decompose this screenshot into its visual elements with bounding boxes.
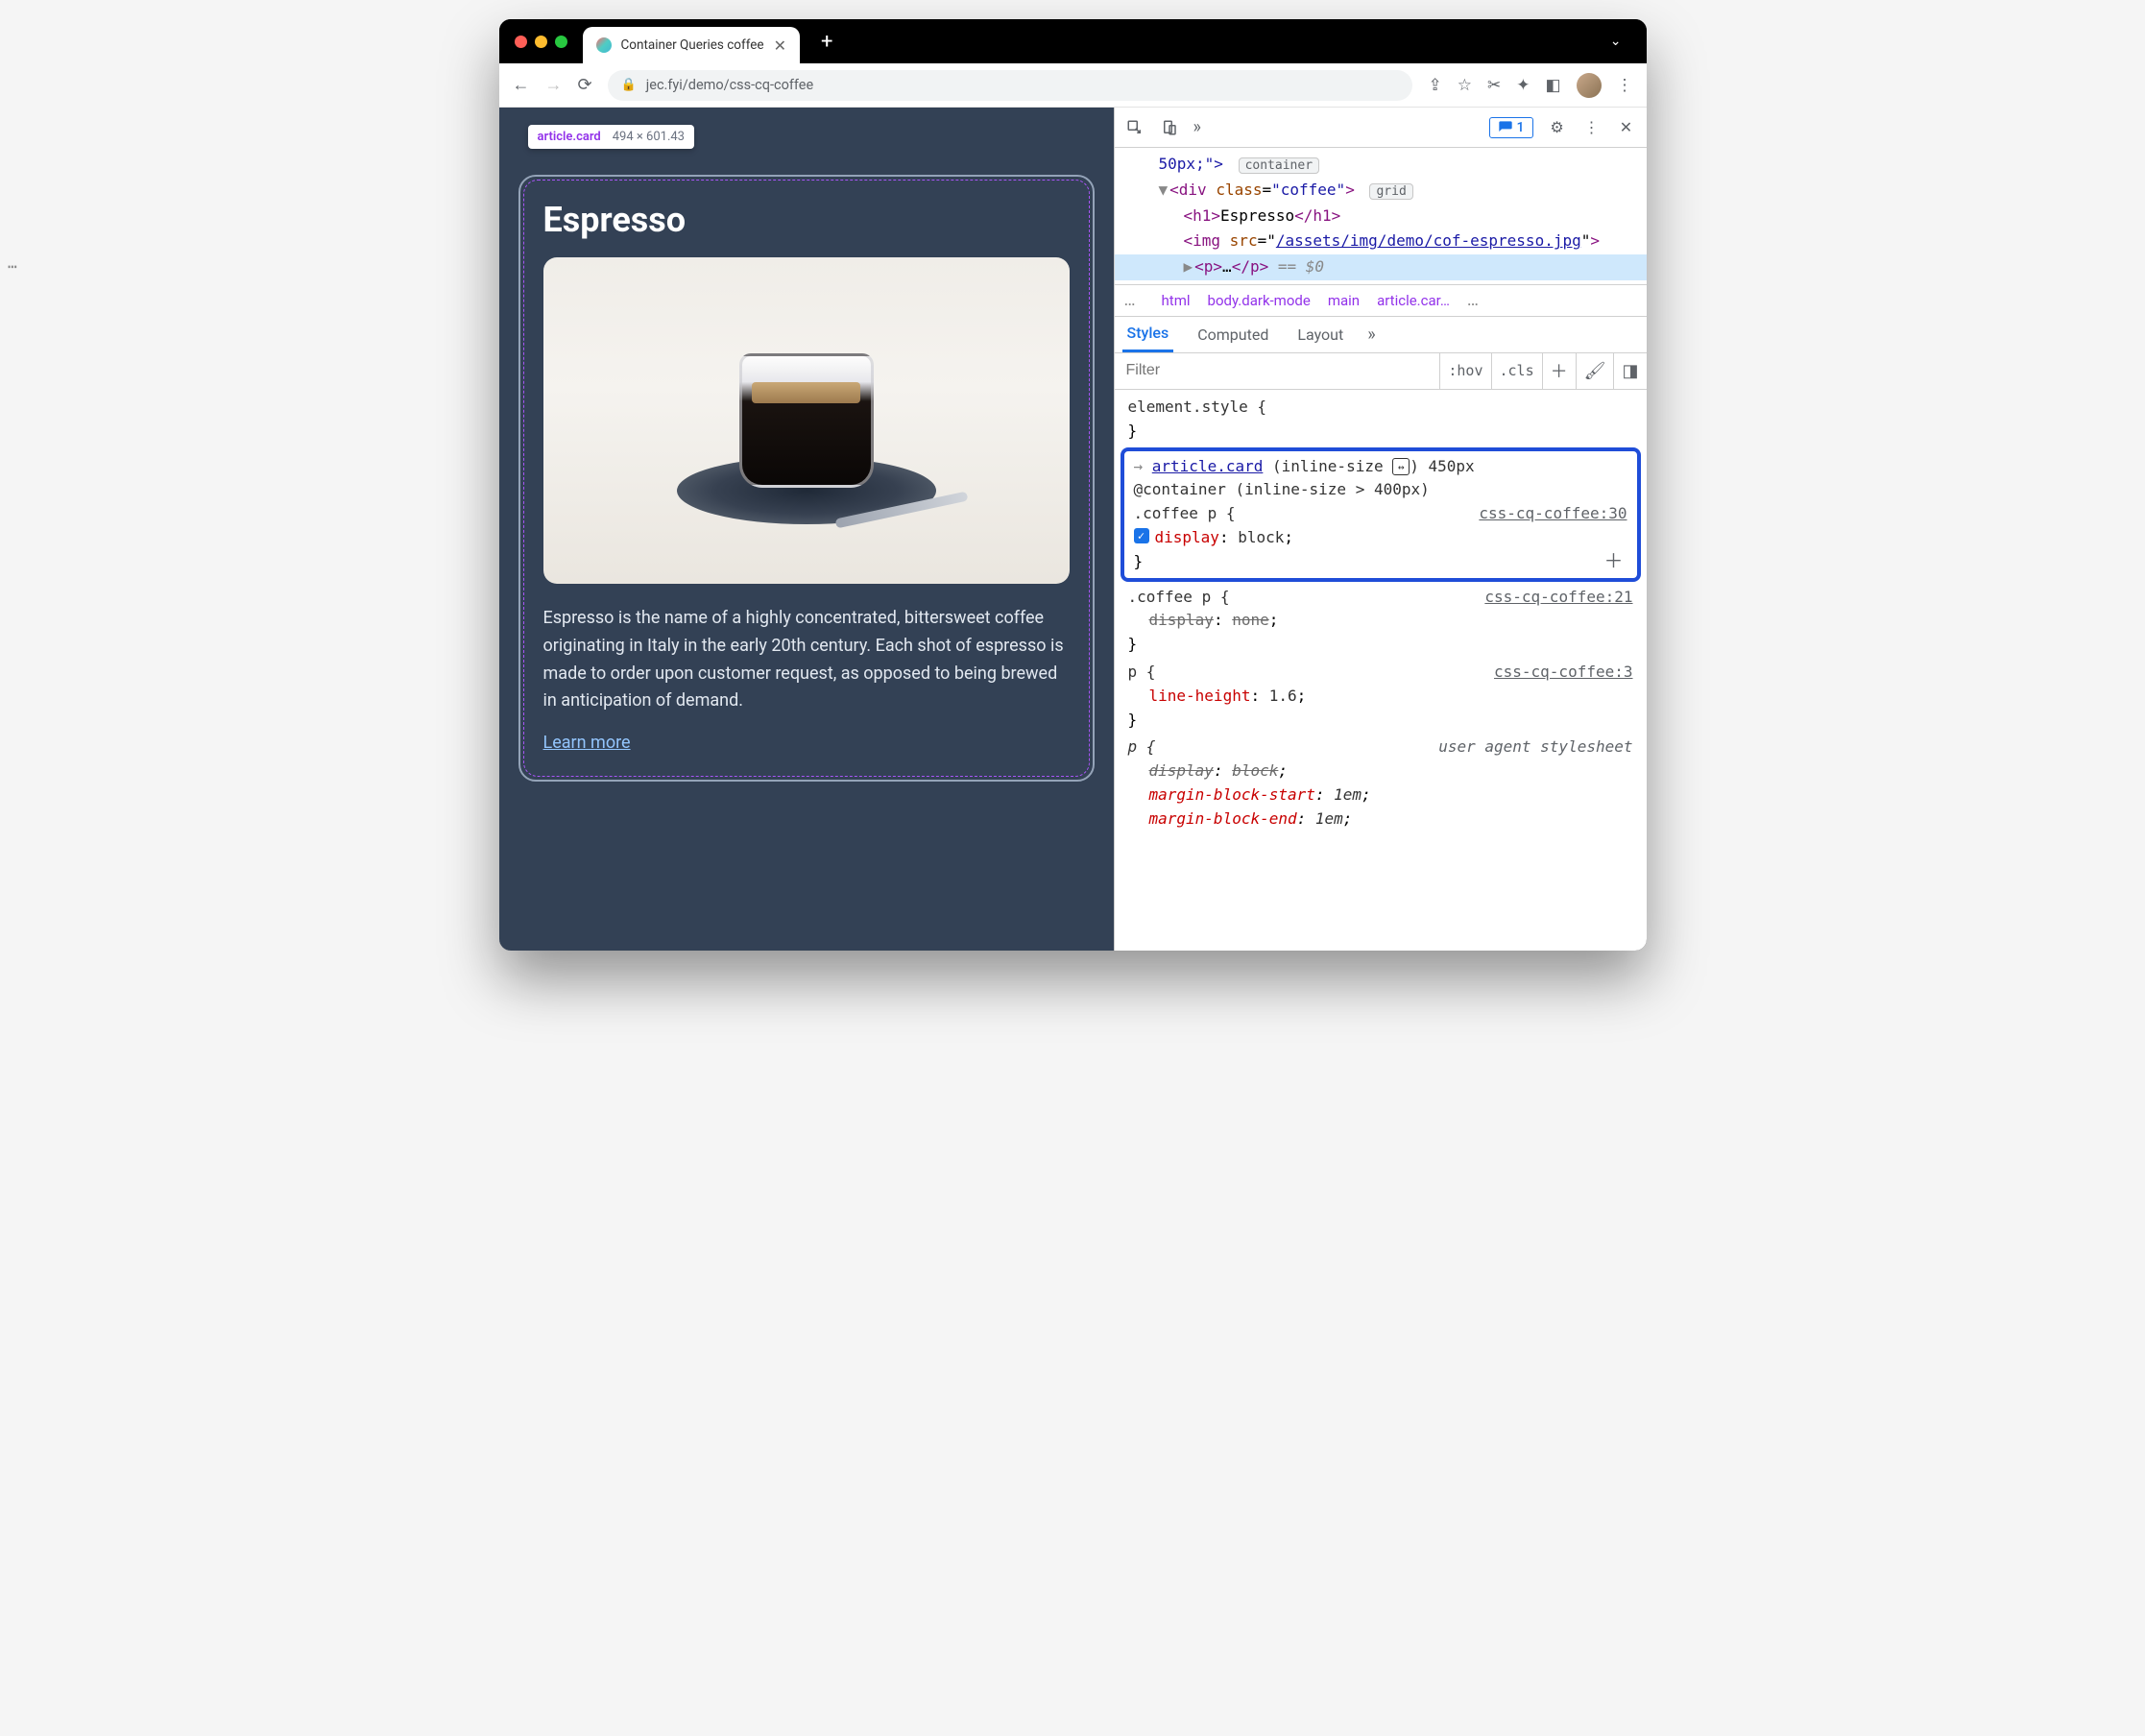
rule-element-style[interactable]: element.style {} [1115, 394, 1647, 446]
panel-overflow-icon[interactable]: » [1193, 117, 1201, 137]
learn-more-link[interactable]: Learn more [543, 733, 631, 753]
tooltip-selector: article.card [538, 130, 601, 144]
favicon-icon [596, 37, 612, 53]
reload-button[interactable]: ⟳ [578, 75, 592, 95]
grid-badge[interactable]: grid [1369, 183, 1412, 200]
css-property[interactable]: line-height: 1.6; [1128, 685, 1633, 709]
crumb-overflow-left[interactable]: … [1124, 290, 1137, 310]
cls-button[interactable]: .cls [1491, 353, 1542, 389]
card-title: Espresso [543, 200, 1070, 240]
devtools-panel: » 1 ⚙ ⋮ ✕ 50px;"> container ▼<div class=… [1114, 108, 1647, 951]
page-viewport: article.card 494 × 601.43 Espresso Espre… [499, 108, 1114, 951]
bookmark-icon[interactable]: ☆ [1458, 76, 1472, 95]
rule-block[interactable]: p {css-cq-coffee:3 line-height: 1.6; } [1115, 659, 1647, 734]
container-badge[interactable]: container [1239, 157, 1319, 174]
minimize-window-button[interactable] [535, 36, 547, 48]
filter-input[interactable] [1115, 362, 1440, 379]
avatar[interactable] [1577, 73, 1602, 98]
forward-button[interactable]: → [545, 75, 563, 95]
tooltip-dimensions: 494 × 601.43 [613, 130, 685, 144]
container-at-rule: @container (inline-size > 400px) [1134, 478, 1627, 502]
side-panel-icon[interactable]: ◧ [1545, 76, 1560, 95]
tab-styles[interactable]: Styles [1122, 317, 1174, 352]
hov-button[interactable]: :hov [1439, 353, 1490, 389]
browser-window: Container Queries coffee ✕ + ⌄ ← → ⟳ 🔒 j… [499, 19, 1647, 951]
card-body: Espresso is the name of a highly concent… [543, 605, 1070, 715]
css-property[interactable]: margin-block-end: 1em; [1128, 808, 1633, 832]
share-icon[interactable]: ⇪ [1428, 76, 1441, 95]
breadcrumb: … html body.dark-mode main article.car… … [1115, 284, 1647, 317]
toggle-sidebar-icon[interactable]: ◨ [1613, 353, 1646, 389]
omnibox[interactable]: 🔒 jec.fyi/demo/css-cq-coffee [608, 70, 1413, 101]
styles-filter-row: :hov .cls ＋ 🖌 ◨ [1115, 353, 1647, 390]
devtools-toolbar: » 1 ⚙ ⋮ ✕ [1115, 108, 1647, 148]
tabs-overflow-icon[interactable]: ⌄ [1601, 34, 1631, 49]
crumb-item[interactable]: body.dark-mode [1208, 292, 1311, 309]
lock-icon: 🔒 [621, 78, 637, 92]
issues-button[interactable]: 1 [1489, 117, 1533, 138]
property-checkbox[interactable]: ✓ [1134, 528, 1149, 543]
close-devtools-icon[interactable]: ✕ [1616, 117, 1637, 138]
element-line[interactable]: <img src="/assets/img/demo/cof-espresso.… [1115, 229, 1647, 254]
crumb-item[interactable]: html [1162, 292, 1191, 309]
browser-tab[interactable]: Container Queries coffee ✕ [583, 27, 800, 63]
css-property[interactable]: margin-block-start: 1em; [1128, 784, 1633, 808]
element-line[interactable]: <h1>Espresso</h1> [1115, 204, 1647, 229]
crumb-overflow-right[interactable]: … [1467, 290, 1480, 310]
rule-container-query[interactable]: → article.card (inline-size ↔) 450px @co… [1121, 447, 1641, 582]
css-property-overridden[interactable]: display: none; [1128, 609, 1633, 633]
new-tab-button[interactable]: + [807, 30, 846, 54]
css-property-overridden[interactable]: display: block; [1128, 760, 1633, 784]
chrome-menu-icon[interactable]: ⋮ [1617, 76, 1633, 95]
source-link[interactable]: css-cq-coffee:30 [1479, 502, 1627, 526]
elements-tree[interactable]: 50px;"> container ▼<div class="coffee"> … [1115, 148, 1647, 284]
tab-title: Container Queries coffee [621, 37, 764, 53]
crumb-item[interactable]: article.car… [1377, 292, 1450, 309]
rule-user-agent[interactable]: p {user agent stylesheet display: block;… [1115, 734, 1647, 832]
issues-count: 1 [1517, 120, 1525, 135]
url-bar: ← → ⟳ 🔒 jec.fyi/demo/css-cq-coffee ⇪ ☆ ✂… [499, 63, 1647, 108]
source-link[interactable]: css-cq-coffee:21 [1484, 586, 1632, 610]
styles-tabs: Styles Computed Layout » [1115, 317, 1647, 353]
rule-block[interactable]: .coffee p {css-cq-coffee:21 display: non… [1115, 584, 1647, 659]
scissors-icon[interactable]: ✂ [1487, 76, 1501, 95]
element-line-selected[interactable]: ⋯ ▶<p>…</p> == $0 [1115, 254, 1647, 280]
tab-layout[interactable]: Layout [1292, 317, 1348, 352]
element-line[interactable]: ▼<div class="coffee"> grid [1115, 178, 1647, 204]
element-line[interactable]: 50px;"> container [1115, 152, 1647, 178]
kebab-menu-icon[interactable]: ⋮ [1581, 117, 1603, 138]
article-card: Espresso Espresso is the name of a highl… [518, 175, 1095, 782]
source-link[interactable]: css-cq-coffee:3 [1494, 661, 1633, 685]
extensions-icon[interactable]: ✦ [1516, 76, 1530, 95]
user-agent-label: user agent stylesheet [1438, 735, 1632, 760]
styles-tabs-overflow-icon[interactable]: » [1367, 325, 1375, 345]
add-property-icon[interactable]: ＋ [1604, 546, 1624, 576]
titlebar: Container Queries coffee ✕ + ⌄ [499, 19, 1647, 63]
device-toggle-icon[interactable] [1159, 117, 1180, 138]
card-image [543, 257, 1070, 584]
settings-icon[interactable]: ⚙ [1547, 117, 1568, 138]
cq-selector-link[interactable]: article.card [1152, 457, 1264, 475]
element-tooltip: article.card 494 × 601.43 [528, 125, 694, 149]
close-tab-icon[interactable]: ✕ [774, 36, 786, 55]
back-button[interactable]: ← [513, 75, 530, 95]
paint-icon[interactable]: 🖌 [1576, 353, 1614, 389]
tab-computed[interactable]: Computed [1193, 317, 1273, 352]
inspect-icon[interactable] [1124, 117, 1145, 138]
img-src-link[interactable]: /assets/img/demo/cof-espresso.jpg [1276, 231, 1581, 250]
maximize-window-button[interactable] [555, 36, 567, 48]
crumb-item[interactable]: main [1328, 292, 1360, 309]
close-window-button[interactable] [515, 36, 527, 48]
css-property[interactable]: ✓ display: block; [1134, 526, 1627, 550]
inline-size-icon: ↔ [1392, 458, 1410, 475]
url-text: jec.fyi/demo/css-cq-coffee [646, 77, 813, 93]
window-controls [515, 36, 567, 48]
new-rule-icon[interactable]: ＋ [1542, 353, 1576, 389]
styles-body[interactable]: element.style {} → article.card (inline-… [1115, 390, 1647, 951]
